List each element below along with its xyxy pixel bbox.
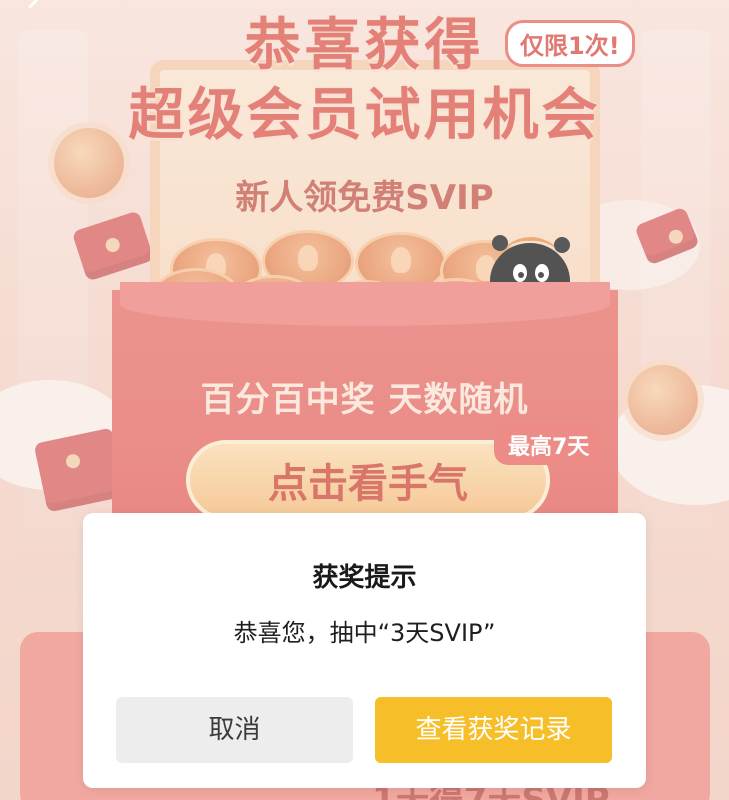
dialog-message: 恭喜您，抽中“3天SVIP” (233, 619, 496, 647)
cancel-button[interactable]: 取消 (116, 697, 353, 763)
view-prize-records-button[interactable]: 查看获奖记录 (375, 697, 612, 763)
promo-page: ··· 恭喜获得 超级会员试用机会 仅限1次! 新人领免费SVIP 百分百中奖 … (0, 0, 729, 800)
dialog-title: 获奖提示 (312, 563, 417, 593)
prize-dialog: 获奖提示 恭喜您，抽中“3天SVIP” 取消 查看获奖记录 (83, 513, 646, 788)
